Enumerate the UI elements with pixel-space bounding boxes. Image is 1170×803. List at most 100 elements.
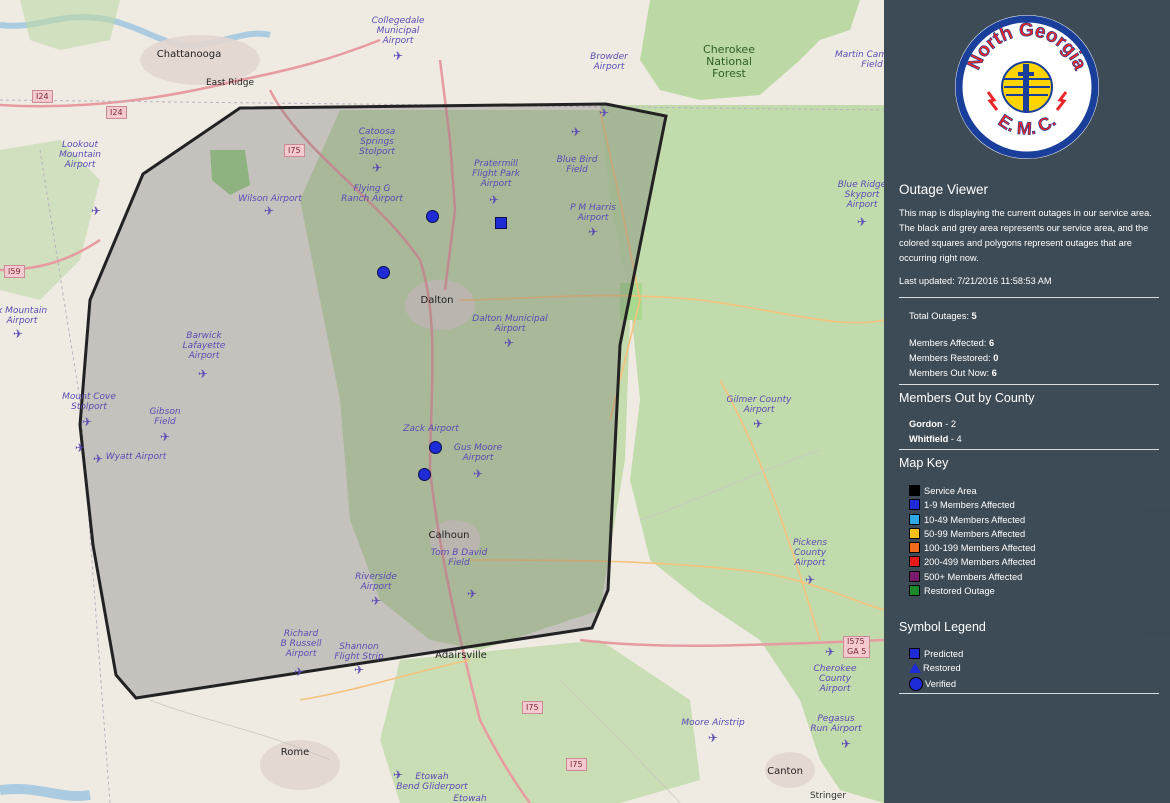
road-shield: I575 GA 5: [843, 636, 871, 658]
county-heading: Members Out by County: [899, 391, 1035, 405]
airport-label: Barwick Lafayette Airport: [182, 331, 226, 361]
airport-icon: ✈: [370, 594, 382, 608]
airport-icon: ✈: [12, 327, 24, 341]
road-shield: I24: [106, 106, 127, 119]
airport-icon: ✈: [74, 441, 86, 455]
divider: [899, 297, 1159, 298]
airport-label: Shannon Flight Strip: [334, 642, 384, 662]
outage-marker-predicted[interactable]: [495, 217, 507, 229]
airport-label: Gibson Field: [149, 407, 181, 427]
outage-marker-verified[interactable]: [429, 441, 442, 454]
panel-title: Outage Viewer: [899, 182, 989, 197]
swatch-icon: [909, 514, 920, 525]
airport-label: Pickens County Airport: [792, 538, 828, 568]
airport-label: P M Harris Airport: [570, 203, 616, 223]
map-key-item: 10-49 Members Affected: [909, 514, 1025, 525]
swatch-icon: [909, 485, 920, 496]
symbol-legend-heading: Symbol Legend: [899, 620, 986, 634]
road-shield: I75: [284, 144, 305, 157]
airport-icon: ✈: [472, 467, 484, 481]
city-label: Rome: [280, 747, 310, 758]
total-outages: Total Outages: 5: [909, 311, 977, 321]
symbol-legend-item: Restored: [909, 663, 961, 673]
airport-icon: ✈: [392, 768, 404, 782]
airport-icon: ✈: [840, 737, 852, 751]
airport-icon: ✈: [707, 731, 719, 745]
airport-label: Stringer: [809, 791, 847, 801]
airport-icon: ✈: [90, 204, 102, 218]
airport-label: Etowah: [453, 794, 487, 803]
swatch-icon: [909, 585, 920, 596]
map-key-item: 200-499 Members Affected: [909, 556, 1035, 567]
airport-icon: ✈: [92, 452, 104, 466]
members-affected: Members Affected: 6: [909, 338, 995, 348]
members-restored: Members Restored: 0: [909, 353, 999, 363]
airport-icon: ✈: [293, 665, 305, 679]
airport-label: Cherokee County Airport: [813, 664, 857, 694]
airport-icon: ✈: [804, 573, 816, 587]
airport-label: Richard B Russell Airport: [280, 629, 322, 659]
airport-icon: ✈: [570, 125, 582, 139]
swatch-icon: [909, 528, 920, 539]
airport-icon: ✈: [587, 225, 599, 239]
circle-icon: [909, 677, 923, 691]
airport-icon: ✈: [598, 106, 610, 120]
airport-label: x Mountain Airport: [0, 306, 48, 326]
airport-label: Pegasus Run Airport: [810, 714, 862, 734]
city-label: Canton: [767, 766, 803, 777]
swatch-icon: [909, 556, 920, 567]
road-shield: I24: [32, 90, 53, 103]
airport-label: Wilson Airport: [238, 194, 302, 204]
outage-marker-verified[interactable]: [377, 266, 390, 279]
airport-label: Pratermill Flight Park Airport: [472, 159, 520, 189]
airport-icon: ✈: [488, 193, 500, 207]
airport-label: Moore Airstrip: [681, 718, 745, 728]
divider: [899, 693, 1159, 694]
airport-icon: ✈: [197, 367, 209, 381]
divider: [899, 449, 1159, 450]
city-label: Calhoun: [428, 530, 470, 541]
road-shield: I59: [4, 265, 25, 278]
airport-label: Gilmer County Airport: [726, 395, 792, 415]
outage-marker-verified[interactable]: [418, 468, 431, 481]
airport-label: Blue Bird Field: [556, 155, 598, 175]
symbol-legend-item: Predicted: [909, 648, 963, 659]
outage-marker-verified[interactable]: [426, 210, 439, 223]
airport-label: Tom B David Field: [430, 548, 488, 568]
north-georgia-emc-logo: North Georgia E. M. C.: [955, 15, 1099, 159]
county-row: Gordon - 2: [909, 419, 957, 429]
airport-icon: ✈: [353, 663, 365, 677]
map-key-item: 500+ Members Affected: [909, 571, 1022, 582]
square-icon: [909, 648, 920, 659]
swatch-icon: [909, 571, 920, 582]
airport-label: Blue Ridge Skyport Airport: [837, 180, 884, 210]
map-key-item: Restored Outage: [909, 585, 995, 596]
road-shield: I75: [566, 758, 587, 771]
airport-label: Martin Campbell Field: [834, 50, 884, 70]
airport-icon: ✈: [159, 430, 171, 444]
outage-info-panel: North Georgia E. M. C. Outage Viewer Thi…: [884, 0, 1170, 803]
airport-label: Mount Cove Stolport: [62, 392, 116, 412]
map-key-item: 100-199 Members Affected: [909, 542, 1035, 553]
city-label: Chattanooga: [156, 49, 222, 60]
last-updated: Last updated: 7/21/2016 11:58:53 AM: [899, 276, 1052, 286]
airport-icon: ✈: [371, 161, 383, 175]
outage-map[interactable]: Chattanooga East Ridge Dalton Calhoun Ad…: [0, 0, 884, 803]
airport-icon: ✈: [752, 417, 764, 431]
airport-label: Catoosa Springs Stolport: [358, 127, 396, 157]
airport-label: Dalton Municipal Airport: [472, 314, 548, 334]
airport-label: Browder Airport: [590, 52, 628, 72]
forest-label: Cherokee National Forest: [703, 43, 755, 80]
airport-label: Wyatt Airport: [105, 452, 167, 462]
airport-label: Lookout Mountain Airport: [59, 140, 101, 170]
swatch-icon: [909, 499, 920, 510]
map-key-heading: Map Key: [899, 456, 949, 470]
airport-icon: ✈: [824, 645, 836, 659]
road-shield: I75: [522, 701, 543, 714]
panel-description: This map is displaying the current outag…: [899, 208, 1152, 263]
divider: [899, 384, 1159, 385]
members-out-now: Members Out Now: 6: [909, 368, 997, 378]
airport-icon: ✈: [81, 415, 93, 429]
map-key-item: Service Area: [909, 485, 977, 496]
map-key-item: 1-9 Members Affected: [909, 499, 1015, 510]
